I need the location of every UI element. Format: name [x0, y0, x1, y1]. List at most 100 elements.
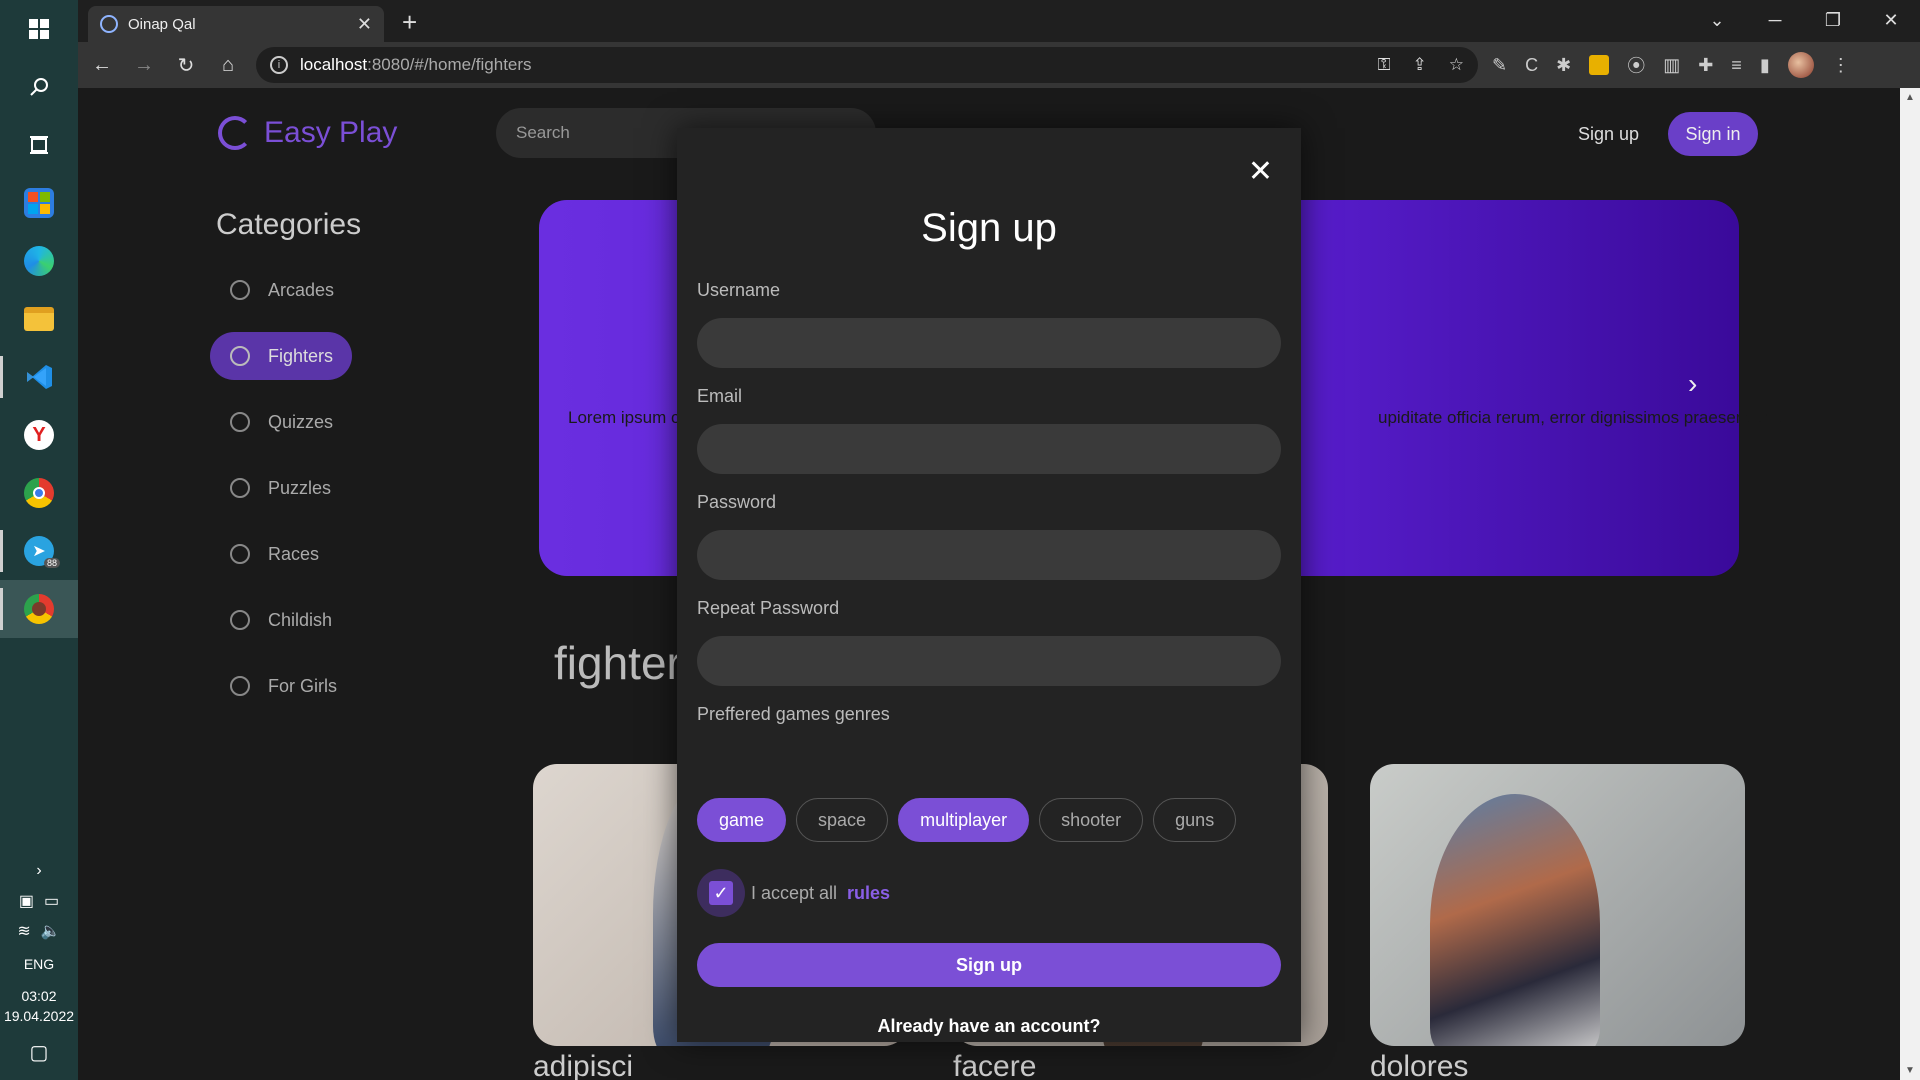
card-title[interactable]: dolores	[1370, 1050, 1468, 1080]
brand-name: Easy Play	[264, 116, 398, 149]
category-item-for-girls[interactable]: For Girls	[210, 662, 352, 710]
tab-search-icon[interactable]: ⌄	[1688, 10, 1746, 31]
web-page: Easy Play Search Sign up Sign in Categor…	[78, 88, 1900, 1080]
edge-icon[interactable]	[0, 232, 78, 290]
tab-close-icon[interactable]: ✕	[357, 14, 372, 35]
category-item-childish[interactable]: Childish	[210, 596, 352, 644]
category-item-arcades[interactable]: Arcades	[210, 266, 352, 314]
site-info-icon[interactable]: i	[270, 56, 288, 74]
page-scrollbar[interactable]: ▲ ▼	[1900, 88, 1920, 1080]
genre-chip-guns[interactable]: guns	[1153, 798, 1237, 842]
modal-title: Sign up	[921, 206, 1057, 250]
bookmark-star-icon[interactable]: ☆	[1449, 55, 1464, 75]
password-input[interactable]	[697, 530, 1281, 580]
site-favicon-icon	[100, 15, 118, 33]
home-button[interactable]: ⌂	[214, 51, 242, 79]
extension-yellow-icon[interactable]	[1589, 55, 1610, 75]
extension-broadcast-icon[interactable]: ⦿	[1627, 52, 1645, 78]
girl-icon	[230, 676, 250, 696]
url-path: :8080/#/home/fighters	[367, 55, 532, 74]
categories-title: Categories	[216, 208, 362, 241]
genre-chip-shooter[interactable]: shooter	[1039, 798, 1144, 842]
already-have-account-link[interactable]: Already have an account?	[677, 1016, 1301, 1037]
accept-text: I accept all	[751, 882, 838, 903]
language-indicator[interactable]: ENG	[24, 946, 54, 982]
email-input[interactable]	[697, 424, 1281, 474]
username-input[interactable]	[697, 318, 1281, 368]
extension-pen-icon[interactable]: ✎	[1492, 55, 1507, 76]
fire-icon	[230, 346, 250, 366]
chrome-profile-icon[interactable]	[0, 580, 78, 638]
back-button[interactable]: ←	[88, 51, 116, 79]
tab-title: Oinap Qal	[128, 15, 196, 33]
menu-kebab-icon[interactable]: ⋮	[1832, 55, 1850, 76]
vscode-icon[interactable]	[0, 348, 78, 406]
telegram-icon[interactable]: ➤ 88	[0, 522, 78, 580]
scroll-up-icon[interactable]: ▲	[1905, 92, 1915, 103]
search-icon[interactable]	[0, 58, 78, 116]
password-label: Password	[697, 492, 777, 512]
restore-button[interactable]: ❐	[1804, 10, 1862, 31]
close-window-button[interactable]: ✕	[1862, 10, 1920, 31]
system-tray: › ▣ ▭ ≋ 🔈 ENG 03:02 19.04.2022 ▢	[0, 856, 78, 1080]
browser-tab[interactable]: Oinap Qal ✕	[88, 6, 384, 42]
game-card[interactable]	[1370, 764, 1745, 1046]
share-icon[interactable]: ⇪	[1413, 55, 1427, 75]
key-icon[interactable]: ⚿	[1378, 55, 1391, 75]
genres-label: Preffered games genres	[697, 704, 890, 724]
rattle-icon	[230, 610, 250, 630]
rules-link[interactable]: rules	[847, 883, 890, 904]
new-tab-button[interactable]: +	[402, 7, 417, 38]
signup-submit-button[interactable]: Sign up	[697, 943, 1281, 987]
category-item-fighters[interactable]: Fighters	[210, 332, 352, 380]
extension-bug-icon[interactable]: ✱	[1556, 55, 1571, 76]
header-signin-button[interactable]: Sign in	[1668, 112, 1758, 156]
site-logo[interactable]: Easy Play	[218, 116, 397, 150]
reading-list-icon[interactable]: ≡	[1731, 55, 1742, 76]
hero-next-arrow-icon[interactable]: ›	[1688, 368, 1697, 400]
notification-icon[interactable]: ▢	[30, 1024, 49, 1080]
hero-text-left: Lorem ipsum c	[568, 408, 680, 427]
clock-date[interactable]: 19.04.2022	[4, 1008, 74, 1024]
yandex-icon[interactable]: Y	[0, 406, 78, 464]
meet-icon[interactable]: ▣	[19, 891, 34, 911]
genre-chip-multiplayer[interactable]: multiplayer	[898, 798, 1030, 842]
task-view-icon[interactable]	[0, 116, 78, 174]
minimize-button[interactable]: ─	[1746, 10, 1804, 31]
side-panel-icon[interactable]: ▮	[1760, 55, 1770, 76]
windows-icon[interactable]	[0, 0, 78, 58]
repeat-password-input[interactable]	[697, 636, 1281, 686]
scroll-down-icon[interactable]: ▼	[1905, 1065, 1915, 1076]
extensions-puzzle-icon[interactable]: ✚	[1698, 55, 1713, 76]
category-item-puzzles[interactable]: Puzzles	[210, 464, 352, 512]
accept-rules-row: ✓ I accept all rules	[697, 869, 890, 917]
card-title[interactable]: facere	[953, 1050, 1036, 1080]
section-title: fighter	[554, 637, 682, 689]
category-item-quizzes[interactable]: Quizzes	[210, 398, 352, 446]
profile-avatar[interactable]	[1787, 52, 1814, 78]
clock-time[interactable]: 03:02	[21, 988, 56, 1004]
genre-chip-game[interactable]: game	[697, 798, 787, 842]
accept-checkbox[interactable]: ✓	[697, 869, 745, 917]
categories-list: Arcades Fighters Quizzes Puzzles Races C…	[210, 248, 450, 710]
wifi-icon[interactable]: ≋	[17, 921, 30, 941]
explorer-icon[interactable]	[0, 290, 78, 348]
header-signup-link[interactable]: Sign up	[1578, 124, 1639, 145]
modal-close-icon[interactable]: ✕	[1248, 154, 1273, 189]
reload-button[interactable]: ↻	[172, 51, 200, 79]
email-label: Email	[697, 386, 743, 406]
address-bar[interactable]: i localhost:8080/#/home/fighters ⚿ ⇪ ☆	[256, 47, 1478, 83]
card-title[interactable]: adipisci	[533, 1050, 633, 1080]
url-host: localhost	[300, 55, 368, 74]
genre-chip-space[interactable]: space	[796, 798, 889, 842]
chevron-up-icon[interactable]: ›	[36, 856, 41, 886]
category-item-races[interactable]: Races	[210, 530, 352, 578]
forward-button[interactable]: →	[130, 51, 158, 79]
extension-chart-icon[interactable]: ▥	[1663, 55, 1680, 76]
puzzle-icon	[230, 478, 250, 498]
store-icon[interactable]	[0, 174, 78, 232]
battery-icon[interactable]: ▭	[44, 891, 59, 911]
volume-icon[interactable]: 🔈	[41, 921, 61, 941]
extension-c-icon[interactable]: C	[1525, 55, 1538, 76]
chrome-icon[interactable]	[0, 464, 78, 522]
